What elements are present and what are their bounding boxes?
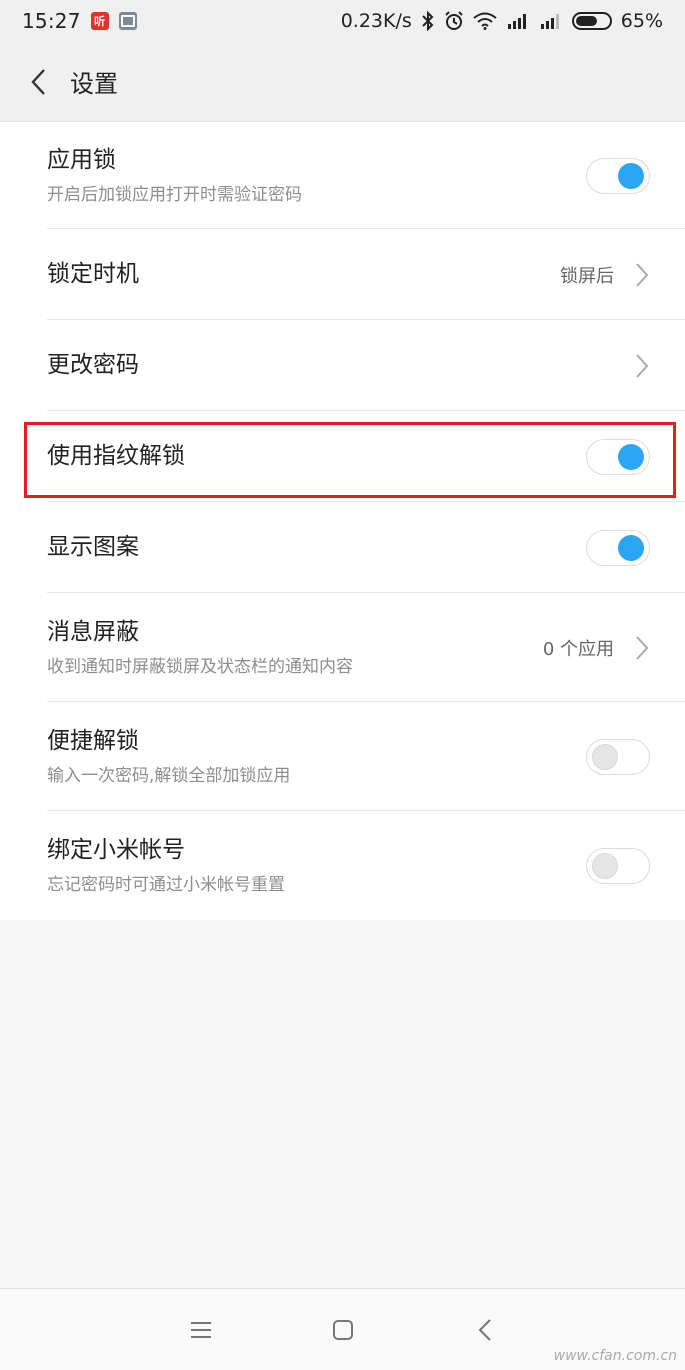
settings-list: 应用锁 开启后加锁应用打开时需验证密码 锁定时机 锁屏后 更改密码 使用指纹解锁… — [0, 122, 685, 920]
signal-icon — [506, 13, 530, 29]
show-pattern-toggle[interactable] — [586, 529, 650, 566]
battery-fill — [575, 16, 597, 26]
setting-subtitle: 收到通知时屏蔽锁屏及状态栏的通知内容 — [47, 657, 353, 678]
setting-title: 锁定时机 — [47, 261, 139, 288]
chevron-right-icon — [634, 352, 650, 380]
setting-title: 消息屏蔽 — [47, 618, 139, 645]
setting-lock-timing[interactable]: 锁定时机 锁屏后 — [0, 229, 685, 320]
home-button[interactable] — [272, 1289, 414, 1370]
setting-message-block[interactable]: 消息屏蔽 收到通知时屏蔽锁屏及状态栏的通知内容 0 个应用 — [0, 593, 685, 702]
setting-subtitle: 输入一次密码,解锁全部加锁应用 — [47, 766, 291, 787]
menu-icon — [190, 1321, 211, 1338]
toggle-knob — [618, 162, 644, 189]
battery-percent: 65% — [620, 10, 663, 32]
toggle-knob — [618, 443, 644, 470]
fingerprint-unlock-toggle[interactable] — [586, 438, 650, 475]
setting-title: 更改密码 — [47, 352, 139, 379]
navigation-bar: www.cfan.com.cn — [0, 1288, 685, 1370]
setting-show-pattern[interactable]: 显示图案 — [0, 502, 685, 593]
chevron-left-icon — [31, 68, 45, 95]
home-icon — [332, 1319, 353, 1340]
menu-button[interactable] — [130, 1289, 272, 1370]
toggle-knob — [592, 743, 618, 770]
setting-title: 绑定小米帐号 — [47, 836, 185, 863]
screen: 15:27 听 0.23K/s 65% 设置 应用锁 开启后加锁应用打开时需验证… — [0, 0, 685, 1370]
setting-fingerprint-unlock[interactable]: 使用指纹解锁 — [0, 411, 685, 502]
quick-unlock-toggle[interactable] — [586, 738, 650, 775]
chevron-right-icon — [634, 261, 650, 289]
nav-back-button[interactable] — [414, 1289, 556, 1370]
setting-change-password[interactable]: 更改密码 — [0, 320, 685, 411]
battery-icon — [571, 12, 612, 30]
app-notification-badge: 听 — [90, 12, 109, 30]
toggle-knob — [618, 534, 644, 561]
setting-bind-mi-account[interactable]: 绑定小米帐号 忘记密码时可通过小米帐号重置 — [0, 811, 685, 920]
alarm-icon — [444, 11, 464, 31]
setting-title: 使用指纹解锁 — [47, 443, 185, 470]
calculator-notification-icon — [118, 12, 137, 30]
app-lock-toggle[interactable] — [586, 157, 650, 194]
status-bar: 15:27 听 0.23K/s 65% — [0, 0, 685, 42]
setting-quick-unlock[interactable]: 便捷解锁 输入一次密码,解锁全部加锁应用 — [0, 702, 685, 811]
wifi-icon — [473, 12, 497, 30]
network-speed: 0.23K/s — [340, 10, 412, 32]
bluetooth-icon — [421, 11, 435, 31]
setting-app-lock[interactable]: 应用锁 开启后加锁应用打开时需验证密码 — [0, 122, 685, 229]
setting-value: 0 个应用 — [542, 638, 614, 660]
chevron-left-icon — [478, 1318, 491, 1341]
setting-subtitle: 开启后加锁应用打开时需验证密码 — [47, 185, 302, 206]
setting-subtitle: 忘记密码时可通过小米帐号重置 — [47, 875, 285, 896]
setting-title: 便捷解锁 — [47, 727, 139, 754]
watermark: www.cfan.com.cn — [553, 1348, 677, 1364]
page-title: 设置 — [70, 70, 118, 98]
back-button[interactable] — [8, 42, 68, 122]
title-bar: 设置 — [0, 42, 685, 122]
setting-value: 锁屏后 — [560, 265, 614, 287]
bind-mi-account-toggle[interactable] — [586, 847, 650, 884]
toggle-knob — [592, 852, 618, 879]
setting-title: 显示图案 — [47, 534, 139, 561]
chevron-right-icon — [634, 634, 650, 662]
setting-title: 应用锁 — [47, 146, 116, 173]
status-time: 15:27 — [22, 9, 81, 33]
signal-icon — [539, 13, 563, 29]
